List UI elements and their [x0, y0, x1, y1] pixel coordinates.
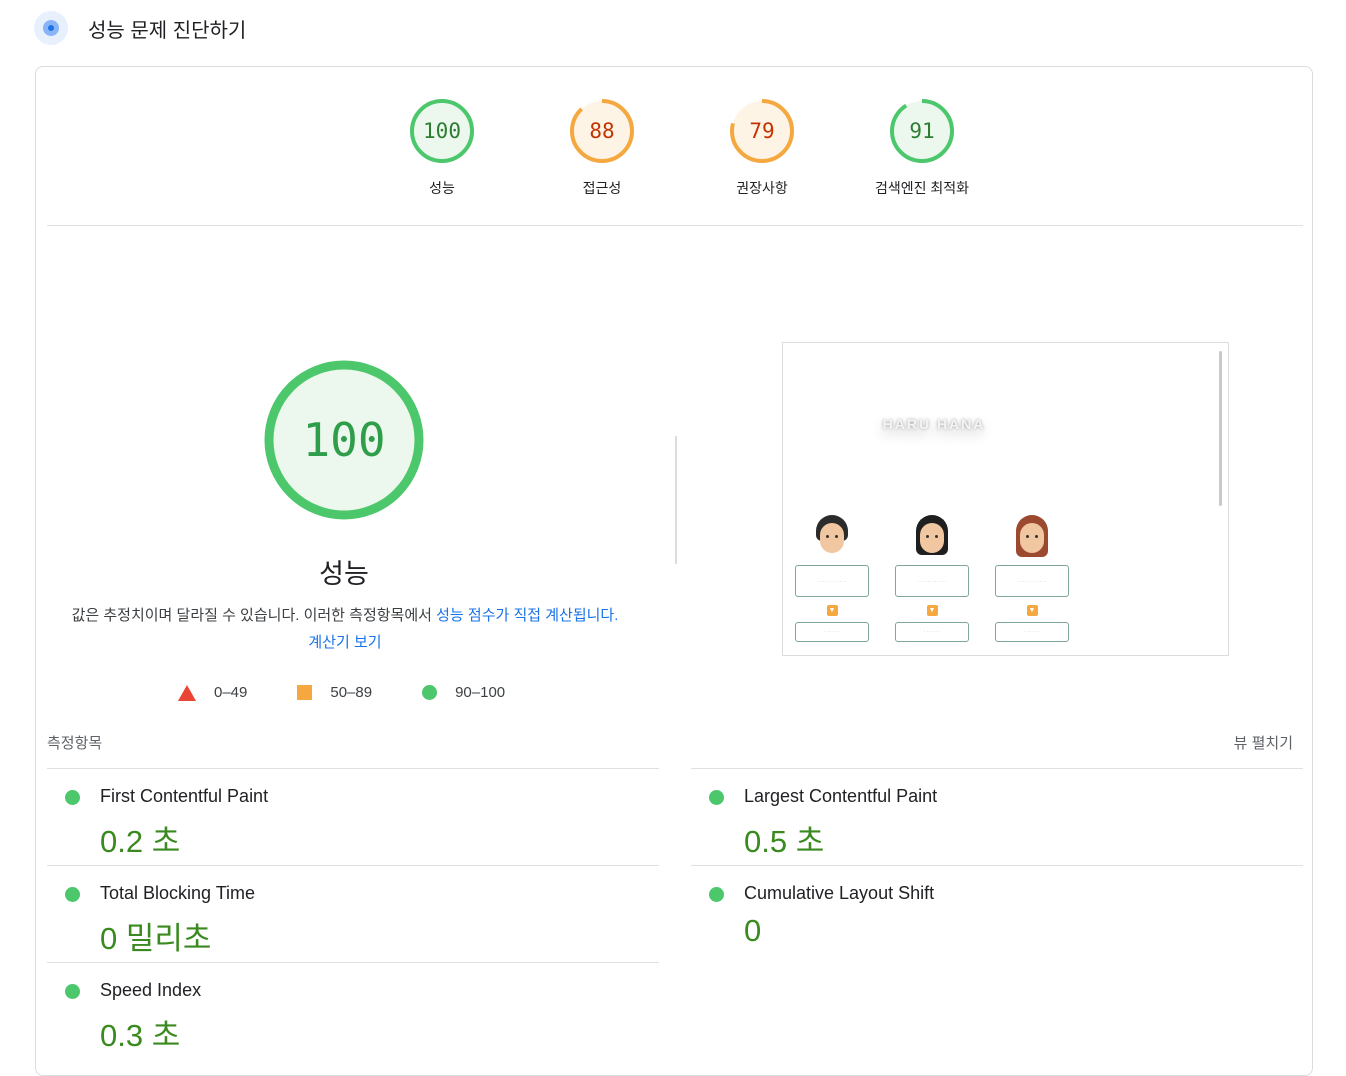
- metrics-header: 측정항목 뷰 펼치기: [47, 732, 1303, 754]
- character-card: · · · · · · · · · · · · ▼ · · · · · · ·: [787, 515, 877, 642]
- down-arrow-icon: ▼: [826, 605, 838, 616]
- page-header: 성능 문제 진단하기: [34, 10, 246, 46]
- metric-value: 0.2 초: [100, 824, 181, 859]
- performance-title: 성능: [319, 559, 369, 589]
- lighthouse-icon: [34, 11, 68, 45]
- link-dot: .: [614, 607, 619, 624]
- legend-range: 90–100: [455, 684, 506, 701]
- performance-description: 값은 추정치이며 달라질 수 있습니다. 이러한 측정항목에서 성능 점수가 직…: [70, 602, 620, 656]
- down-arrow-icon: ▼: [1026, 605, 1038, 616]
- divider: [47, 225, 1303, 226]
- screenshot-brand: HARU HANA: [882, 416, 986, 432]
- metrics-right-column: Largest Contentful Paint 0.5 초 Cumulativ…: [691, 768, 1303, 962]
- pass-circle-icon: [65, 984, 80, 999]
- score-gauge: 100: [409, 98, 475, 164]
- score-gauge: 88: [569, 98, 635, 164]
- pass-circle-icon: [709, 790, 724, 805]
- scrollbar: [1219, 351, 1222, 506]
- performance-score: 100: [302, 413, 386, 467]
- score-gauge: 91: [889, 98, 955, 164]
- metric-name: Largest Contentful Paint: [744, 786, 938, 806]
- page-title: 성능 문제 진단하기: [88, 19, 247, 42]
- category-gauges: 100 성능 88 접근성 79 권장사항 91 검색엔진 최적화: [362, 98, 1002, 198]
- score-value: 79: [749, 119, 775, 143]
- category-seo[interactable]: 91 검색엔진 최적화: [842, 98, 1002, 198]
- average-square-icon: [297, 685, 313, 700]
- pass-circle-icon: [422, 685, 438, 700]
- metric-name: Cumulative Layout Shift: [744, 883, 935, 903]
- character-card: · · · · · · · · · · · · ▼ · · · · · · ·: [887, 515, 977, 642]
- boy-avatar-icon: [812, 515, 852, 563]
- metric-lcp[interactable]: Largest Contentful Paint 0.5 초: [691, 768, 1303, 865]
- woman-avatar-icon: [1012, 515, 1052, 563]
- metrics-left-column: First Contentful Paint 0.2 초 Total Block…: [47, 768, 659, 1059]
- score-gauge: 79: [729, 98, 795, 164]
- vertical-separator: [675, 436, 677, 564]
- score-legend: 0–49 50–89 90–100: [178, 684, 505, 701]
- speech-bubble: · · · · · · ·: [895, 622, 969, 642]
- final-screenshot[interactable]: HARU HANA · · · · · · · · · · · · ▼ · · …: [782, 342, 1229, 656]
- pass-circle-icon: [709, 887, 724, 902]
- metric-value: 0.3 초: [100, 1018, 181, 1053]
- score-value: 100: [423, 119, 461, 143]
- metric-value: 0 밀리초: [100, 921, 212, 956]
- expand-view-toggle[interactable]: 뷰 펼치기: [1234, 732, 1293, 753]
- metric-value: 0.5 초: [744, 824, 825, 859]
- category-label: 접근성: [582, 180, 622, 196]
- score-calculation-link[interactable]: 성능 점수가 직접 계산됩니다: [436, 607, 614, 624]
- metric-name: Speed Index: [100, 980, 202, 1000]
- pass-circle-icon: [65, 790, 80, 805]
- pass-circle-icon: [65, 887, 80, 902]
- metric-fcp[interactable]: First Contentful Paint 0.2 초: [47, 768, 659, 865]
- score-value: 88: [589, 119, 615, 143]
- performance-gauge: 100: [264, 360, 424, 520]
- metric-cls[interactable]: Cumulative Layout Shift 0: [691, 865, 1303, 962]
- category-best-practices[interactable]: 79 권장사항: [682, 98, 842, 198]
- metric-speed-index[interactable]: Speed Index 0.3 초: [47, 962, 659, 1059]
- fail-triangle-icon: [178, 684, 196, 701]
- score-value: 91: [909, 119, 935, 143]
- metric-value: 0: [744, 913, 762, 948]
- description-text: 값은 추정치이며 달라질 수 있습니다. 이러한 측정항목에서: [71, 607, 437, 624]
- speech-bubble: · · · · · · ·: [995, 622, 1069, 642]
- metric-tbt[interactable]: Total Blocking Time 0 밀리초: [47, 865, 659, 962]
- speech-bubble: · · · · · · · · · · · ·: [895, 565, 969, 597]
- metric-name: First Contentful Paint: [100, 786, 269, 806]
- category-label: 권장사항: [736, 180, 788, 196]
- category-accessibility[interactable]: 88 접근성: [522, 98, 682, 198]
- legend-range: 0–49: [214, 684, 248, 701]
- down-arrow-icon: ▼: [926, 605, 938, 616]
- category-label: 성능: [429, 180, 455, 196]
- speech-bubble: · · · · · · · · · · · ·: [995, 565, 1069, 597]
- character-card: · · · · · · · · · · · · ▼ · · · · · · ·: [987, 515, 1077, 642]
- calculator-link[interactable]: 계산기 보기: [308, 634, 381, 651]
- category-label: 검색엔진 최적화: [874, 180, 970, 196]
- girl-avatar-icon: [912, 515, 952, 563]
- legend-range: 50–89: [330, 684, 373, 701]
- metrics-title: 측정항목: [47, 735, 103, 752]
- metric-name: Total Blocking Time: [100, 883, 256, 903]
- speech-bubble: · · · · · · ·: [795, 622, 869, 642]
- speech-bubble: · · · · · · · · · · · ·: [795, 565, 869, 597]
- category-performance[interactable]: 100 성능: [362, 98, 522, 198]
